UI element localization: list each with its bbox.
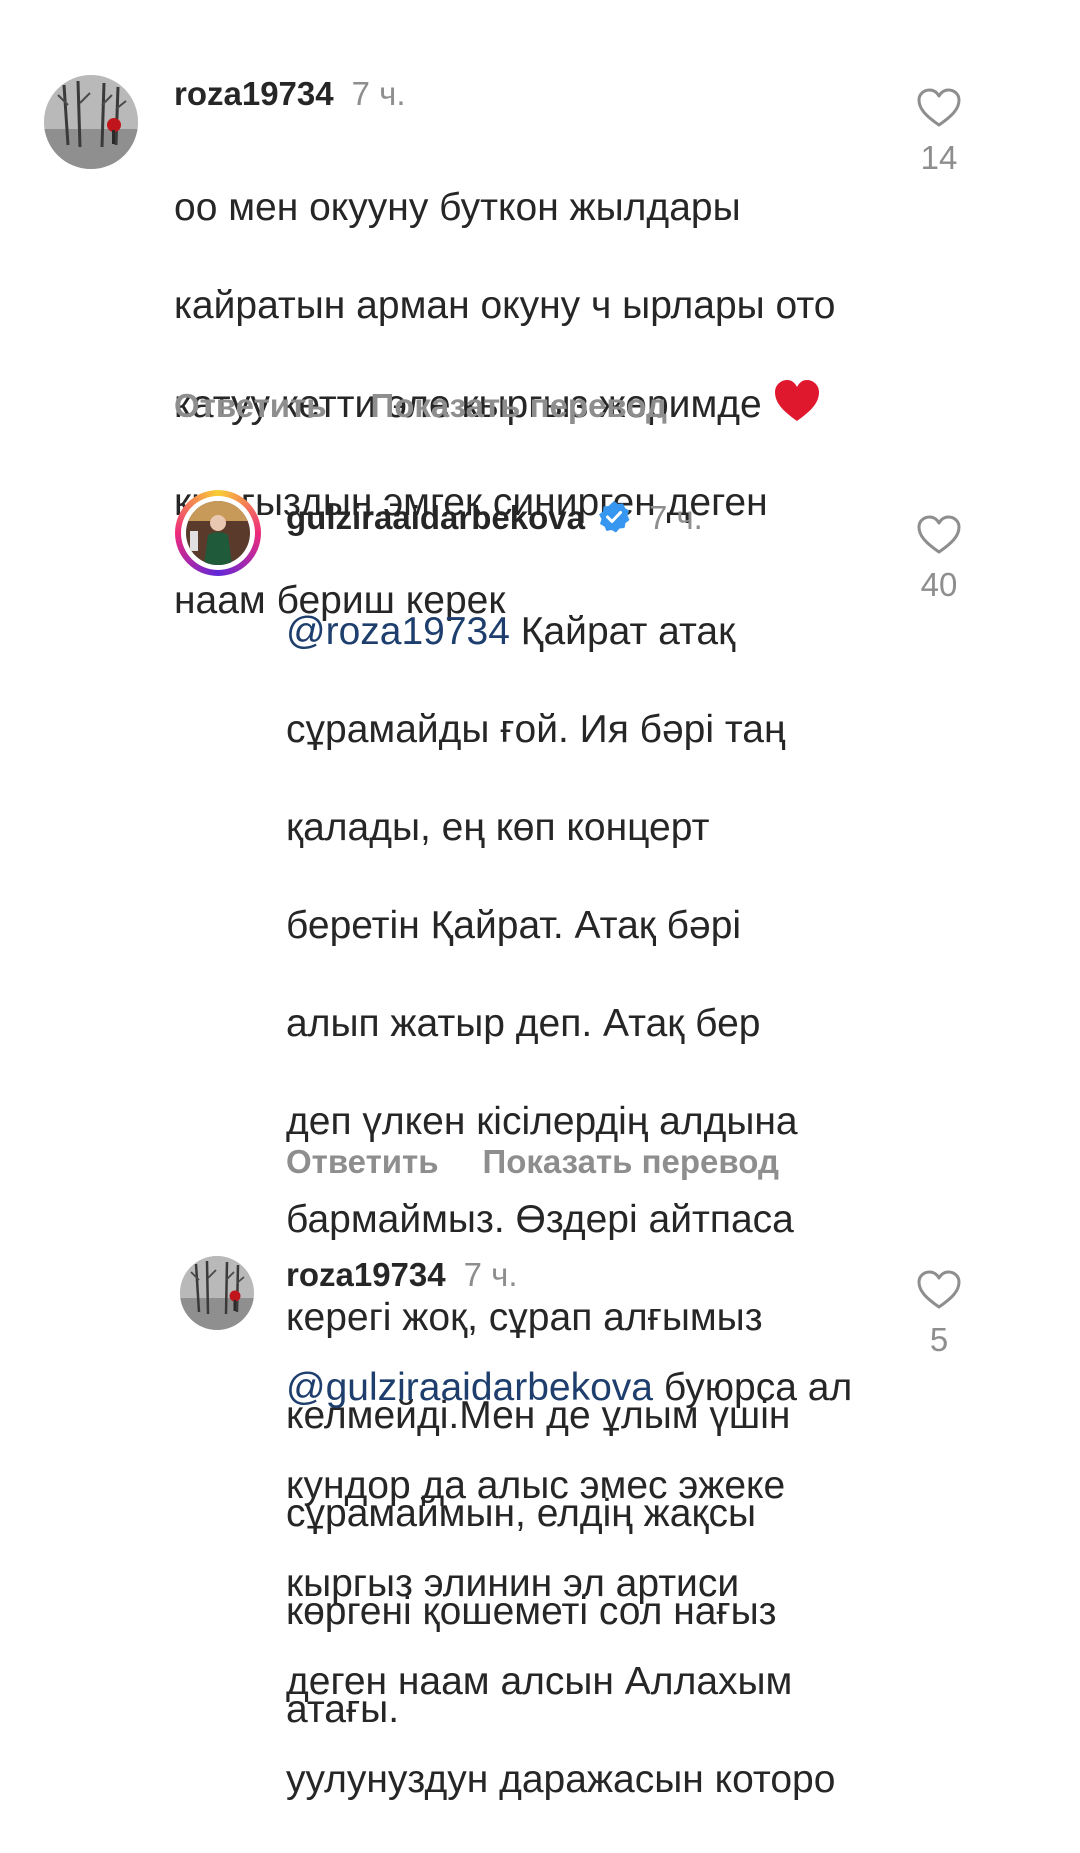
like-count: 14 xyxy=(920,139,958,176)
comment-header: roza19734 7 ч. xyxy=(286,1255,518,1295)
avatar-image xyxy=(186,501,250,565)
timestamp: 7 ч. xyxy=(463,1256,518,1293)
like-control: 5 xyxy=(899,1270,979,1360)
avatar[interactable] xyxy=(44,75,138,169)
red-heart-emoji-icon xyxy=(774,380,819,421)
verified-badge-icon xyxy=(598,501,630,533)
username[interactable]: roza19734 xyxy=(286,1256,446,1293)
text-line: алып жатыр деп. Атақ бер xyxy=(286,1002,761,1045)
comment-actions: Ответить Показать перевод xyxy=(286,1142,779,1182)
show-translation-button[interactable]: Показать перевод xyxy=(483,1143,779,1180)
timestamp: 7 ч. xyxy=(648,499,703,536)
text-line-content: Қайрат атақ xyxy=(520,610,736,653)
heart-outline-icon[interactable] xyxy=(917,1270,961,1310)
show-translation-button[interactable]: Показать перевод xyxy=(371,387,667,424)
avatar[interactable] xyxy=(180,1256,254,1330)
text-line: @roza19734 Қайрат атақ xyxy=(286,607,886,656)
text-line: деп үлкен кісілердің алдына xyxy=(286,1100,798,1143)
heart-outline-icon[interactable] xyxy=(917,515,961,555)
text-line: бармаймыз. Өздері айтпаса xyxy=(286,1198,794,1241)
comment-header: roza19734 7 ч. xyxy=(174,74,406,114)
like-control: 14 xyxy=(899,88,979,178)
reply-button[interactable]: Ответить xyxy=(174,387,327,424)
comment-header: gulziraaidarbekova 7 ч. xyxy=(286,498,703,538)
avatar xyxy=(186,501,250,565)
reply-button[interactable]: Ответить xyxy=(286,1143,439,1180)
text-line: кайратын арман окуну ч ырлары ото xyxy=(174,284,836,327)
comment-actions: Ответить Показать перевод xyxy=(174,386,667,426)
text-line: кыргыз элинин эл артиси xyxy=(286,1562,740,1605)
like-count: 5 xyxy=(929,1321,949,1358)
avatar-image xyxy=(180,1256,254,1330)
avatar-image xyxy=(44,75,138,169)
timestamp: 7 ч. xyxy=(351,75,406,112)
mention-link[interactable]: @gulziraaidarbekova xyxy=(286,1366,653,1409)
comment-text: @gulziraaidarbekova буюрса ал кундор да … xyxy=(286,1314,886,1853)
text-line: кундор да алыс эмес эжеке xyxy=(286,1464,786,1507)
story-ring[interactable] xyxy=(175,490,261,576)
text-line: деген наам алсын Аллахым xyxy=(286,1660,793,1703)
username[interactable]: roza19734 xyxy=(174,75,334,112)
like-count: 40 xyxy=(920,566,958,603)
text-line-content: буюрса ал xyxy=(663,1366,853,1409)
username[interactable]: gulziraaidarbekova xyxy=(286,499,585,536)
text-line: уулунуздун даражасын которо xyxy=(286,1758,836,1801)
text-line: сұрамайды ғой. Ия бәрі таң xyxy=(286,708,786,751)
mention-link[interactable]: @roza19734 xyxy=(286,610,510,653)
heart-outline-icon[interactable] xyxy=(917,88,961,128)
text-line: қалады, ең көп концерт xyxy=(286,806,710,849)
text-line: беретін Қайрат. Атақ бәрі xyxy=(286,904,742,947)
like-control: 40 xyxy=(899,515,979,605)
text-line: оо мен окууну буткон жылдары xyxy=(174,186,741,229)
text-line: @gulziraaidarbekova буюрса ал xyxy=(286,1363,886,1412)
